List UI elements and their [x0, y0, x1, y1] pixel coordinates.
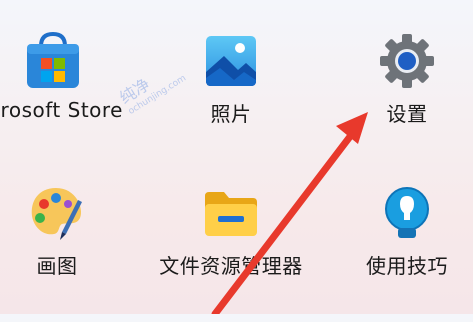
annotation-arrow [211, 112, 368, 314]
